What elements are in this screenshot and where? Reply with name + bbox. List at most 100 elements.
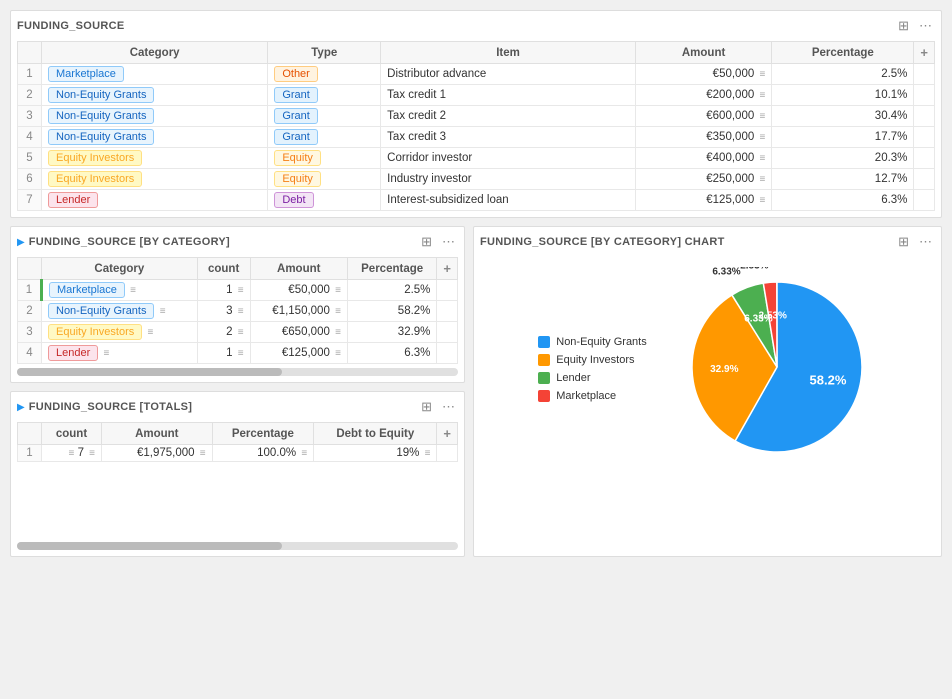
cat-scrollbar[interactable]: [17, 368, 458, 376]
panel-icons-main: ⊞ ⋯: [895, 17, 935, 35]
row-pct: 20.3%: [772, 148, 914, 169]
pie-svg: 58.2%32.9%6.33%2.53%32.9%6.33%2.53%: [677, 267, 877, 467]
more-icon-cat[interactable]: ⋯: [439, 233, 458, 251]
amount-icon[interactable]: ≡: [759, 153, 765, 164]
table-row: 2 Non-Equity Grants ≡ 3 ≡ €1,150,000 ≡ 5…: [18, 301, 458, 322]
row-count: 3 ≡: [197, 301, 250, 322]
count-icon2[interactable]: ≡: [89, 448, 95, 459]
expand-icon-totals[interactable]: ▶: [17, 402, 25, 413]
more-icon-totals[interactable]: ⋯: [439, 398, 458, 416]
tot-col-count: count: [42, 423, 102, 445]
more-icon-main[interactable]: ⋯: [916, 17, 935, 35]
col-pct: Percentage: [772, 42, 914, 64]
table-row: 3 Equity Investors ≡ 2 ≡ €650,000 ≡ 32.9…: [18, 322, 458, 343]
row-add: [914, 169, 935, 190]
legend-item: Marketplace: [538, 390, 646, 402]
amount-icon[interactable]: ≡: [335, 348, 341, 359]
amount-icon[interactable]: ≡: [759, 174, 765, 185]
debt-icon[interactable]: ≡: [425, 448, 431, 459]
legend-label: Non-Equity Grants: [556, 336, 646, 348]
row-amount: €125,000 ≡: [635, 190, 771, 211]
row-item: Corridor investor: [381, 148, 636, 169]
row-category: Equity Investors: [42, 148, 268, 169]
row-pct: 17.7%: [772, 127, 914, 148]
category-badge: Marketplace: [48, 66, 124, 82]
amount-icon[interactable]: ≡: [200, 448, 206, 459]
filter-icon-chart[interactable]: ⊞: [895, 233, 912, 251]
row-category: Lender: [42, 190, 268, 211]
row-amount: €350,000 ≡: [635, 127, 771, 148]
count-icon[interactable]: ≡: [238, 285, 244, 296]
row-num: 1: [18, 64, 42, 85]
main-container: FUNDING_SOURCE ⊞ ⋯ Category Type Item Am…: [10, 10, 942, 557]
pct-icon[interactable]: ≡: [301, 448, 307, 459]
row-item: Tax credit 1: [381, 85, 636, 106]
type-badge: Grant: [274, 129, 318, 145]
cat-icon[interactable]: ≡: [147, 327, 153, 338]
row-category: Non-Equity Grants: [42, 127, 268, 148]
row-pct: 58.2%: [347, 301, 437, 322]
table-row: 2 Non-Equity Grants Grant Tax credit 1 €…: [18, 85, 935, 106]
row-category: Lender ≡: [42, 343, 198, 364]
row-num: 5: [18, 148, 42, 169]
col-add[interactable]: +: [914, 42, 935, 64]
more-icon-chart[interactable]: ⋯: [916, 233, 935, 251]
cat-icon[interactable]: ≡: [130, 285, 136, 296]
category-badge: Lender: [48, 345, 98, 361]
category-badge: Non-Equity Grants: [48, 87, 154, 103]
col-type: Type: [268, 42, 381, 64]
row-amount: €1,150,000 ≡: [250, 301, 347, 322]
row-add: [914, 106, 935, 127]
row-num: 1: [18, 445, 42, 462]
amount-icon[interactable]: ≡: [759, 90, 765, 101]
amount-icon[interactable]: ≡: [759, 195, 765, 206]
amount-icon[interactable]: ≡: [759, 111, 765, 122]
amount-icon[interactable]: ≡: [759, 69, 765, 80]
cat-icon[interactable]: ≡: [103, 348, 109, 359]
count-icon[interactable]: ≡: [238, 327, 244, 338]
count-icon[interactable]: ≡: [238, 348, 244, 359]
amount-icon[interactable]: ≡: [759, 132, 765, 143]
filter-icon-main[interactable]: ⊞: [895, 17, 912, 35]
panel-header-totals: ▶ FUNDING_SOURCE [Totals] ⊞ ⋯: [17, 398, 458, 416]
totals-panel: ▶ FUNDING_SOURCE [Totals] ⊞ ⋯ count: [10, 391, 465, 557]
main-table: Category Type Item Amount Percentage + 1…: [17, 41, 935, 211]
cat-col-pct: Percentage: [347, 258, 437, 280]
bottom-panels: ▶ FUNDING_SOURCE [by Category] ⊞ ⋯ Categ…: [10, 226, 942, 557]
row-num: 2: [18, 85, 42, 106]
totals-scrollbar[interactable]: [17, 542, 458, 550]
count-icon[interactable]: ≡: [238, 306, 244, 317]
table-row: 4 Lender ≡ 1 ≡ €125,000 ≡ 6.3%: [18, 343, 458, 364]
legend-item: Non-Equity Grants: [538, 336, 646, 348]
col-item: Item: [381, 42, 636, 64]
legend-item: Equity Investors: [538, 354, 646, 366]
panel-title-main: FUNDING_SOURCE: [17, 20, 125, 32]
expand-icon-cat[interactable]: ▶: [17, 237, 25, 248]
amount-icon[interactable]: ≡: [335, 327, 341, 338]
row-num: 6: [18, 169, 42, 190]
cat-col-num: [18, 258, 42, 280]
legend-label: Lender: [556, 372, 590, 384]
chart-panel: FUNDING_SOURCE [by Category] Chart ⊞ ⋯ N…: [473, 226, 942, 557]
row-type: Equity: [268, 148, 381, 169]
row-num: 7: [18, 190, 42, 211]
amount-icon[interactable]: ≡: [335, 285, 341, 296]
row-num: 3: [18, 322, 42, 343]
cat-col-add[interactable]: +: [437, 258, 458, 280]
row-type: Grant: [268, 127, 381, 148]
category-badge: Equity Investors: [48, 324, 142, 340]
filter-icon-cat[interactable]: ⊞: [418, 233, 435, 251]
row-num: 4: [18, 127, 42, 148]
filter-icon-totals[interactable]: ⊞: [418, 398, 435, 416]
tot-col-add[interactable]: +: [437, 423, 458, 445]
type-badge: Equity: [274, 171, 321, 187]
table-row: 4 Non-Equity Grants Grant Tax credit 3 €…: [18, 127, 935, 148]
cat-icon[interactable]: ≡: [160, 306, 166, 317]
row-item: Interest-subsidized loan: [381, 190, 636, 211]
row-pct: 6.3%: [347, 343, 437, 364]
count-icon[interactable]: ≡: [69, 448, 75, 459]
amount-icon[interactable]: ≡: [335, 306, 341, 317]
row-type: Grant: [268, 85, 381, 106]
row-amount: €400,000 ≡: [635, 148, 771, 169]
table-row: 7 Lender Debt Interest-subsidized loan €…: [18, 190, 935, 211]
